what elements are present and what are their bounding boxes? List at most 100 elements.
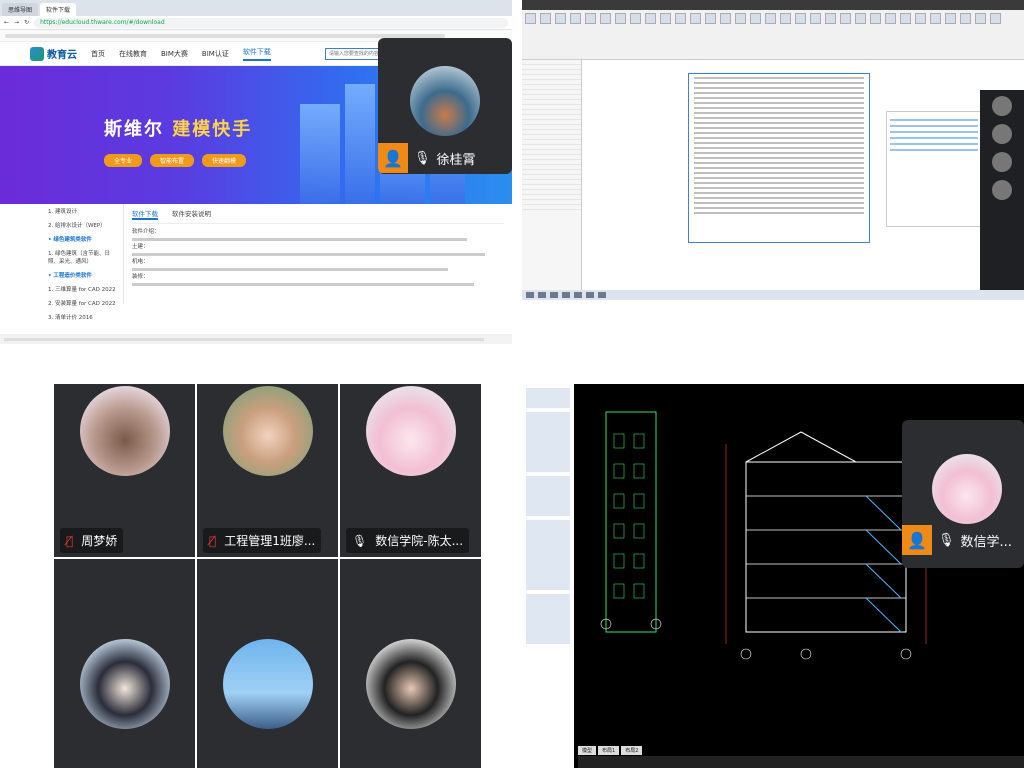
nav-bim-contest[interactable]: BIM大赛 bbox=[161, 49, 188, 59]
ribbon-tool-icon[interactable] bbox=[870, 13, 881, 24]
tab-install-guide[interactable]: 软件安装说明 bbox=[172, 208, 211, 220]
taskbar-icon[interactable] bbox=[598, 292, 606, 298]
avatar[interactable] bbox=[992, 96, 1012, 116]
panel-block[interactable] bbox=[526, 520, 570, 590]
cad-command-line[interactable] bbox=[578, 756, 1024, 768]
panel-block[interactable] bbox=[526, 388, 570, 408]
nav-bim-cert[interactable]: BIM认证 bbox=[202, 49, 229, 59]
taskbar-icon[interactable] bbox=[526, 292, 534, 298]
taskbar-icon[interactable] bbox=[562, 292, 570, 298]
ribbon-tool-icon[interactable] bbox=[780, 13, 791, 24]
url-field[interactable]: https://educloud.thware.com/#/download bbox=[34, 17, 508, 28]
participant-tile-float[interactable]: 👤 🎙 徐桂霄 bbox=[378, 38, 512, 174]
tab-layout2[interactable]: 布局2 bbox=[621, 746, 643, 755]
nav-home[interactable]: 首页 bbox=[91, 49, 105, 59]
ribbon-tool-icon[interactable] bbox=[975, 13, 986, 24]
microphone-icon[interactable]: 🎙 bbox=[414, 151, 431, 166]
nav-online-edu[interactable]: 在线教育 bbox=[119, 49, 147, 59]
sidebar-item[interactable]: 2. 安装算量 for CAD 2022 bbox=[44, 296, 123, 310]
tab-layout1[interactable]: 布局1 bbox=[598, 746, 620, 755]
taskbar-icon[interactable] bbox=[538, 292, 546, 298]
logo-text: 教育云 bbox=[47, 50, 77, 61]
microphone-icon[interactable]: 🎙 bbox=[352, 534, 367, 548]
ribbon-tool-icon[interactable] bbox=[585, 13, 596, 24]
ribbon-tool-icon[interactable] bbox=[765, 13, 776, 24]
ribbon-tool-icon[interactable] bbox=[660, 13, 671, 24]
ribbon-tool-icon[interactable] bbox=[810, 13, 821, 24]
ribbon-tool-icon[interactable] bbox=[570, 13, 581, 24]
ribbon-tool-icon[interactable] bbox=[600, 13, 611, 24]
ribbon-tool-icon[interactable] bbox=[915, 13, 926, 24]
cad-side-panel bbox=[522, 384, 574, 768]
avatar[interactable] bbox=[992, 124, 1012, 144]
chat-popup[interactable] bbox=[886, 111, 982, 227]
banner-button[interactable]: 智能布置 bbox=[150, 154, 195, 167]
avatar bbox=[80, 639, 170, 729]
ribbon-tool-icon[interactable] bbox=[540, 13, 551, 24]
sidebar-group[interactable]: • 工程造价类软件 bbox=[44, 268, 123, 282]
nav-download[interactable]: 软件下载 bbox=[242, 47, 271, 61]
ribbon-tool-icon[interactable] bbox=[615, 13, 626, 24]
banner-button[interactable]: 全专业 bbox=[104, 154, 143, 167]
browser-statusbar bbox=[0, 334, 512, 344]
panel-block[interactable] bbox=[526, 594, 570, 644]
reload-icon[interactable]: ↻ bbox=[24, 19, 29, 26]
participant-tile[interactable] bbox=[340, 559, 481, 768]
intro-heading: 软件介绍： bbox=[132, 229, 160, 235]
ribbon-tool-icon[interactable] bbox=[525, 13, 536, 24]
ribbon-tool-icon[interactable] bbox=[690, 13, 701, 24]
participant-tile[interactable]: 🎙̸ 工程管理1班廖... bbox=[197, 384, 338, 557]
browser-tab[interactable]: 思维导图 bbox=[2, 3, 39, 16]
ribbon-tool-icon[interactable] bbox=[945, 13, 956, 24]
avatar bbox=[366, 386, 456, 476]
participant-tile[interactable] bbox=[54, 559, 195, 768]
tab-download[interactable]: 软件下载 bbox=[132, 208, 158, 220]
panel-block[interactable] bbox=[526, 412, 570, 472]
taskbar-icon[interactable] bbox=[550, 292, 558, 298]
avatar[interactable] bbox=[992, 152, 1012, 172]
banner-button[interactable]: 快速翻模 bbox=[202, 154, 247, 167]
roof-outline bbox=[745, 431, 857, 463]
browser-tab-active[interactable]: 软件下载 bbox=[40, 3, 77, 16]
participant-tile[interactable]: 🎙̸ 周梦娇 bbox=[54, 384, 195, 557]
ribbon-tool-icon[interactable] bbox=[645, 13, 656, 24]
sidebar-item[interactable]: 3. 清单计价 2016 bbox=[44, 310, 123, 324]
taskbar-icon[interactable] bbox=[586, 292, 594, 298]
participant-tile[interactable]: 🎙 数信学院-陈太... bbox=[340, 384, 481, 557]
panel-block[interactable] bbox=[526, 476, 570, 516]
ribbon-tool-icon[interactable] bbox=[840, 13, 851, 24]
participant-tile-float[interactable]: 👤 🎙 数信学... bbox=[902, 420, 1024, 568]
participant-tile[interactable] bbox=[197, 559, 338, 768]
sidebar-item[interactable]: 1. 三维算量 for CAD 2022 bbox=[44, 282, 123, 296]
forward-icon[interactable]: → bbox=[14, 19, 19, 26]
ribbon-tool-icon[interactable] bbox=[750, 13, 761, 24]
participant-name: 数信学院-陈太... bbox=[375, 534, 464, 548]
sidebar-group[interactable]: • 绿色建筑类软件 bbox=[44, 232, 123, 246]
ribbon-tool-icon[interactable] bbox=[720, 13, 731, 24]
ribbon-tool-icon[interactable] bbox=[900, 13, 911, 24]
site-logo[interactable]: 教育云 bbox=[30, 46, 77, 61]
ribbon-tool-icon[interactable] bbox=[960, 13, 971, 24]
ribbon-tool-icon[interactable] bbox=[825, 13, 836, 24]
ribbon-tool-icon[interactable] bbox=[555, 13, 566, 24]
mic-muted-icon[interactable]: 🎙̸ bbox=[209, 534, 216, 548]
properties-panel[interactable] bbox=[522, 60, 582, 290]
sidebar-item[interactable]: 2. 给排水设计（WEP） bbox=[44, 218, 123, 232]
ribbon-tool-icon[interactable] bbox=[735, 13, 746, 24]
back-icon[interactable]: ← bbox=[4, 19, 9, 26]
sidebar-item[interactable]: 1. 建筑设计 bbox=[44, 204, 123, 218]
taskbar-icon[interactable] bbox=[574, 292, 582, 298]
ribbon-tool-icon[interactable] bbox=[990, 13, 1001, 24]
sidebar-item[interactable]: 1. 绿色建筑（含节能、日照、采光、通风） bbox=[44, 246, 123, 268]
avatar[interactable] bbox=[992, 180, 1012, 200]
tab-model[interactable]: 模型 bbox=[578, 746, 597, 755]
ribbon-tool-icon[interactable] bbox=[630, 13, 641, 24]
ribbon-tool-icon[interactable] bbox=[855, 13, 866, 24]
microphone-icon[interactable]: 🎙 bbox=[938, 533, 955, 548]
ribbon-tool-icon[interactable] bbox=[885, 13, 896, 24]
ribbon-tool-icon[interactable] bbox=[795, 13, 806, 24]
mic-muted-icon[interactable]: 🎙̸ bbox=[66, 534, 73, 548]
ribbon-tool-icon[interactable] bbox=[705, 13, 716, 24]
ribbon-tool-icon[interactable] bbox=[930, 13, 941, 24]
ribbon-tool-icon[interactable] bbox=[675, 13, 686, 24]
